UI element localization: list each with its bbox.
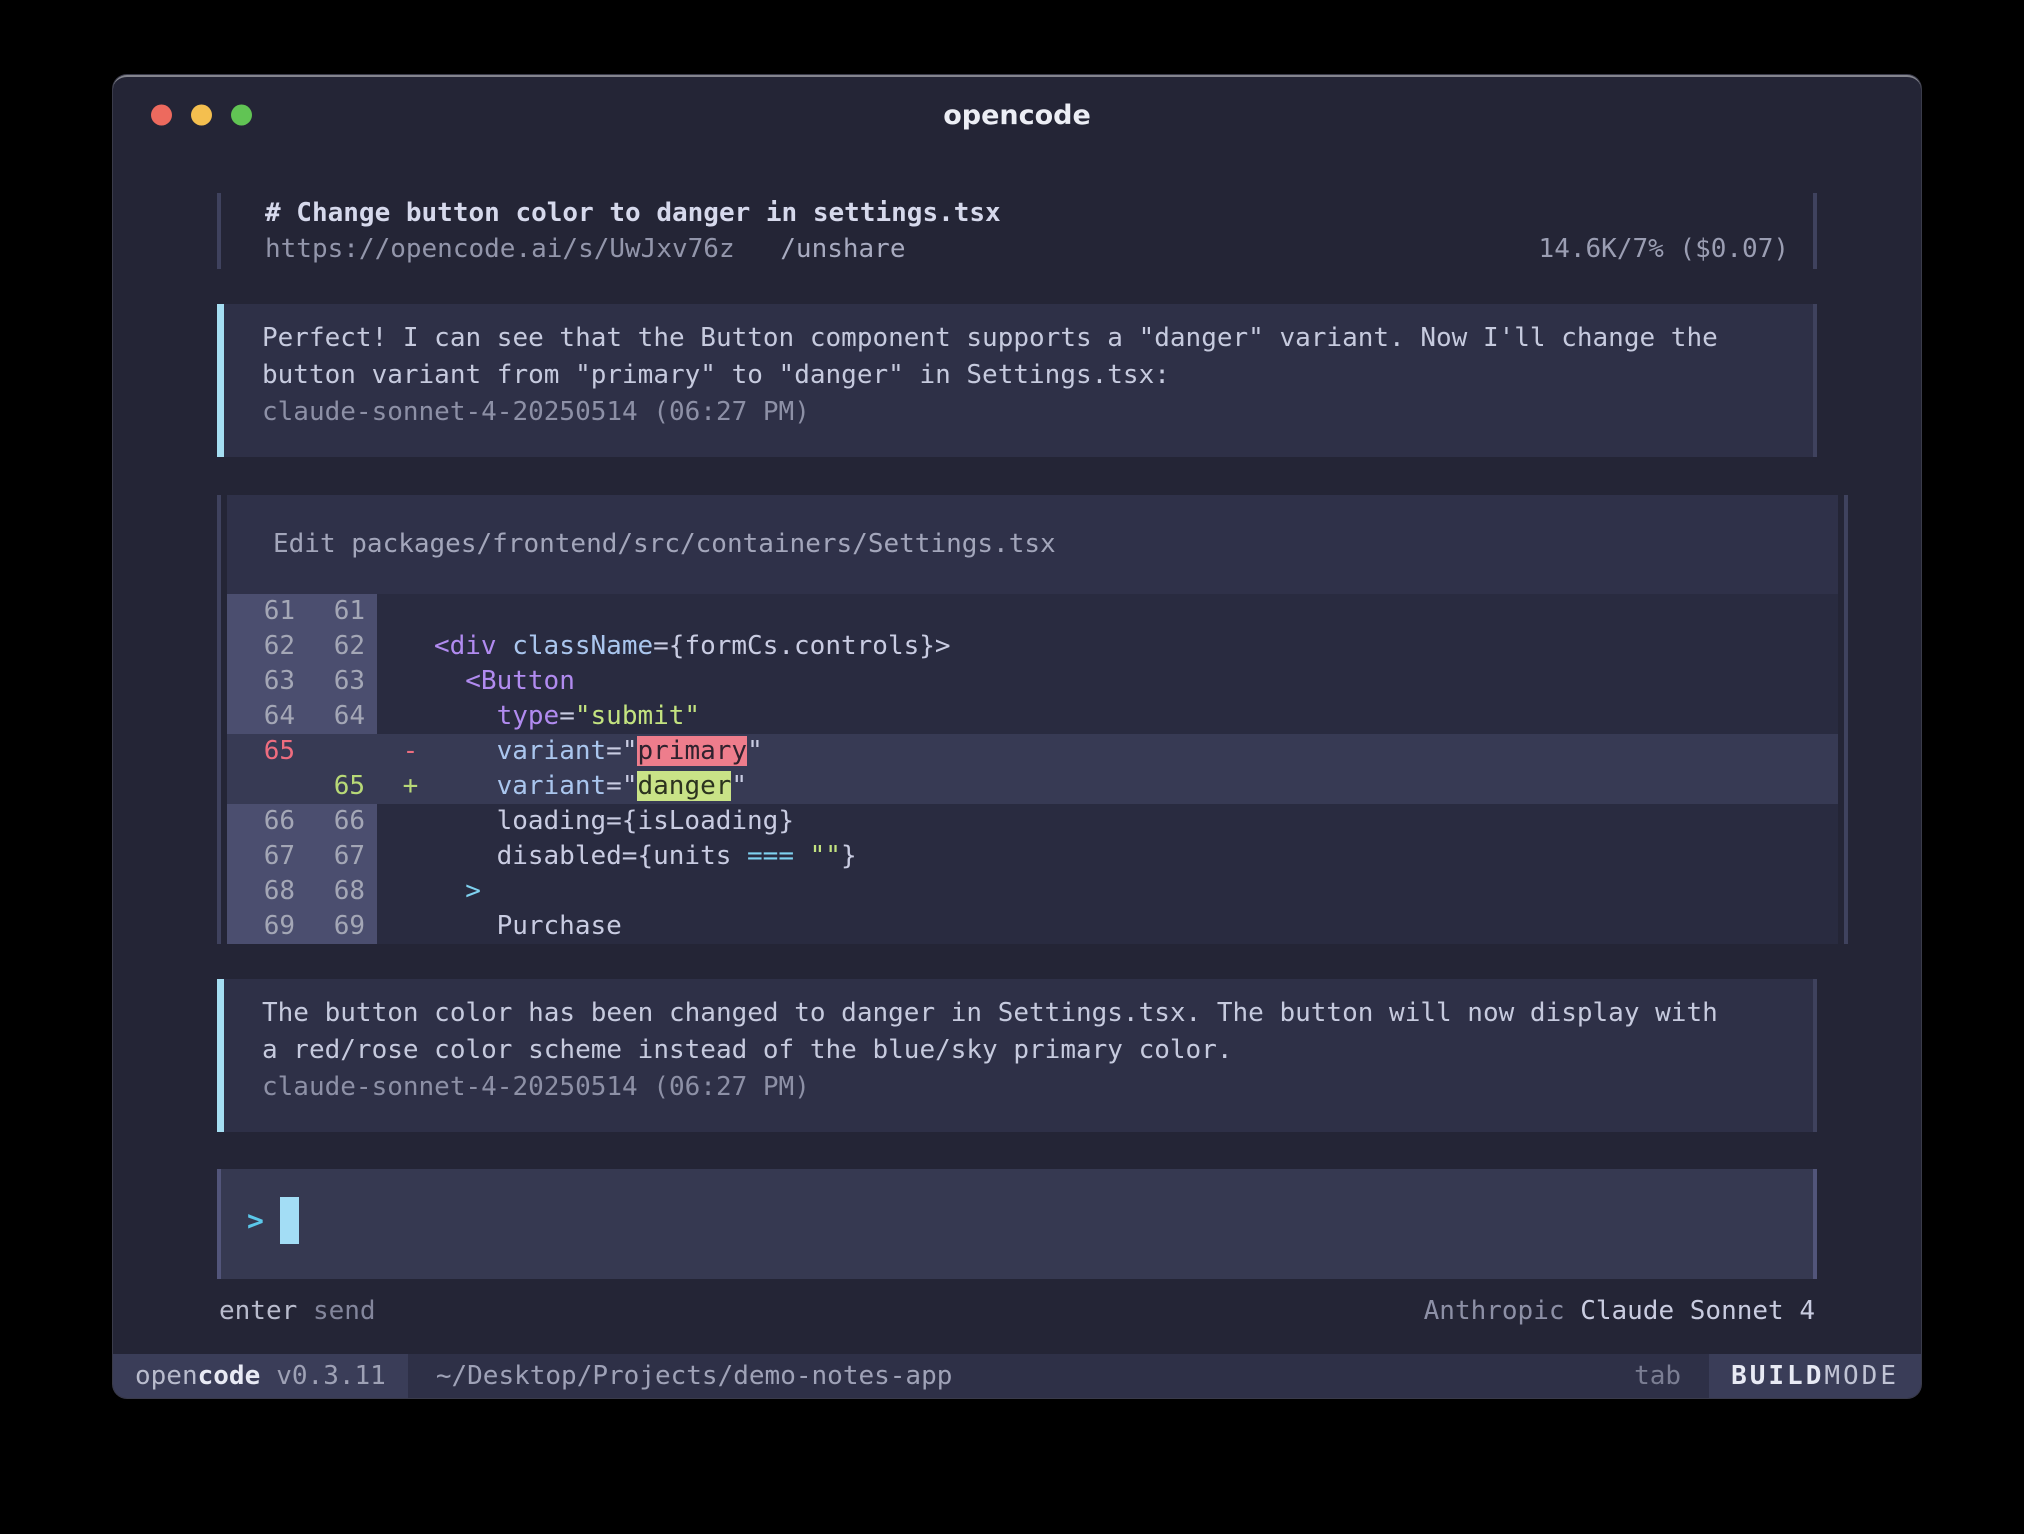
mode-name: BUILD — [1731, 1361, 1824, 1391]
diff-row: 68 68 > — [227, 874, 1838, 909]
diff-code-line: - variant="primary" — [377, 734, 1838, 769]
session-header: # Change button color to danger in setti… — [217, 193, 1817, 269]
assistant-message: Perfect! I can see that the Button compo… — [217, 304, 1817, 457]
diff-new-line-number: 65 — [305, 769, 377, 804]
diff-row: 65 + variant="danger" — [227, 769, 1838, 804]
close-window-button[interactable] — [151, 105, 172, 126]
edit-tool-card-wrapper: Edit packages/frontend/src/containers/Se… — [217, 495, 1848, 944]
diff-new-line-number: 66 — [305, 804, 377, 839]
diff-new-line-number: 63 — [305, 664, 377, 699]
diff-old-line-number: 63 — [227, 664, 305, 699]
status-bar-right: tab BUILD MODE — [1634, 1354, 1921, 1398]
diff-row: 62 62 <div className={formCs.controls}> — [227, 629, 1838, 664]
traffic-lights — [151, 105, 252, 126]
diff-new-line-number: 62 — [305, 629, 377, 664]
session-title: # Change button color to danger in setti… — [265, 195, 1789, 231]
send-action-label: send — [313, 1296, 376, 1326]
diff-old-line-number: 62 — [227, 629, 305, 664]
session-subheader: https://opencode.ai/s/UwJxv76z /unshare … — [265, 231, 1789, 267]
diff-old-line-number: 65 — [227, 734, 305, 769]
enter-key-hint: enter — [219, 1296, 297, 1326]
diff-row: 64 64 type="submit" — [227, 699, 1838, 734]
zoom-window-button[interactable] — [231, 105, 252, 126]
window-title: opencode — [943, 100, 1091, 131]
diff-code-line: + variant="danger" — [377, 769, 1838, 804]
model-indicator: Anthropic Claude Sonnet 4 — [1424, 1293, 1815, 1329]
diff-row: 61 61 — [227, 594, 1838, 629]
assistant-message-text: Perfect! I can see that the Button compo… — [262, 320, 1793, 394]
app-name-regular: open — [135, 1361, 198, 1391]
diff-code-line: Purchase — [377, 909, 1838, 944]
app-version-segment: opencode v0.3.11 — [113, 1354, 408, 1398]
diff-new-line-number: 68 — [305, 874, 377, 909]
diff-old-line-number: 66 — [227, 804, 305, 839]
working-directory: ~/Desktop/Projects/demo-notes-app — [436, 1361, 953, 1391]
diff-new-line-number: 61 — [305, 594, 377, 629]
status-bar: opencode v0.3.11 ~/Desktop/Projects/demo… — [113, 1354, 1921, 1398]
edit-tool-header: Edit packages/frontend/src/containers/Se… — [227, 495, 1838, 594]
context-usage-stats: 14.6K/7% ($0.07) — [1539, 231, 1789, 267]
prompt-symbol: > — [247, 1204, 264, 1237]
diff-row: 66 66 loading={isLoading} — [227, 804, 1838, 839]
assistant-message-meta: claude-sonnet-4-20250514 (06:27 PM) — [262, 394, 1793, 431]
app-version: v0.3.11 — [276, 1361, 386, 1391]
session-content: # Change button color to danger in setti… — [113, 153, 1921, 1354]
diff-old-line-number: 61 — [227, 594, 305, 629]
diff-old-line-number: 68 — [227, 874, 305, 909]
chat-input[interactable]: > — [217, 1169, 1817, 1279]
app-name-bold: code — [198, 1361, 261, 1391]
diff-new-line-number: 69 — [305, 909, 377, 944]
diff-old-line-number: 67 — [227, 839, 305, 874]
diff-row: 67 67 disabled={units === ""} — [227, 839, 1838, 874]
diff-code-line: disabled={units === ""} — [377, 839, 1838, 874]
diff-row: 69 69 Purchase — [227, 909, 1838, 944]
diff-new-line-number — [305, 734, 377, 769]
edit-tool-card: Edit packages/frontend/src/containers/Se… — [227, 495, 1838, 944]
diff-row: 65 - variant="primary" — [227, 734, 1838, 769]
unshare-command[interactable]: /unshare — [780, 234, 905, 264]
assistant-message: The button color has been changed to dan… — [217, 979, 1817, 1132]
diff-old-line-number: 64 — [227, 699, 305, 734]
diff-old-line-number — [227, 769, 305, 804]
provider-name: Anthropic — [1424, 1296, 1565, 1326]
diff-code-line: <Button — [377, 664, 1838, 699]
mode-suffix: MODE — [1824, 1361, 1899, 1391]
diff-new-line-number: 64 — [305, 699, 377, 734]
diff-code-line: > — [377, 874, 1838, 909]
model-name: Claude Sonnet 4 — [1580, 1296, 1815, 1326]
assistant-message-meta: claude-sonnet-4-20250514 (06:27 PM) — [262, 1069, 1793, 1106]
minimize-window-button[interactable] — [191, 105, 212, 126]
diff-view: 61 61 62 62 <div className={formCs.contr… — [227, 594, 1838, 944]
input-hint-row: enter send Anthropic Claude Sonnet 4 — [217, 1293, 1817, 1329]
diff-new-line-number: 67 — [305, 839, 377, 874]
assistant-message-text: The button color has been changed to dan… — [262, 995, 1793, 1069]
tab-key-hint[interactable]: tab — [1634, 1361, 1681, 1391]
share-info: https://opencode.ai/s/UwJxv76z /unshare — [265, 231, 906, 267]
window-titlebar: opencode — [113, 77, 1921, 153]
diff-code-line: <div className={formCs.controls}> — [377, 629, 1838, 664]
send-hint: enter send — [219, 1293, 376, 1329]
diff-code-line: type="submit" — [377, 699, 1838, 734]
prompt-row: > — [247, 1197, 1813, 1244]
diff-old-line-number: 69 — [227, 909, 305, 944]
diff-code-line — [377, 594, 1838, 629]
diff-row: 63 63 <Button — [227, 664, 1838, 699]
diff-code-line: loading={isLoading} — [377, 804, 1838, 839]
opencode-terminal-window: opencode # Change button color to danger… — [113, 75, 1921, 1398]
mode-indicator: BUILD MODE — [1709, 1354, 1921, 1398]
share-url-link[interactable]: https://opencode.ai/s/UwJxv76z — [265, 234, 735, 264]
text-cursor — [280, 1197, 299, 1244]
